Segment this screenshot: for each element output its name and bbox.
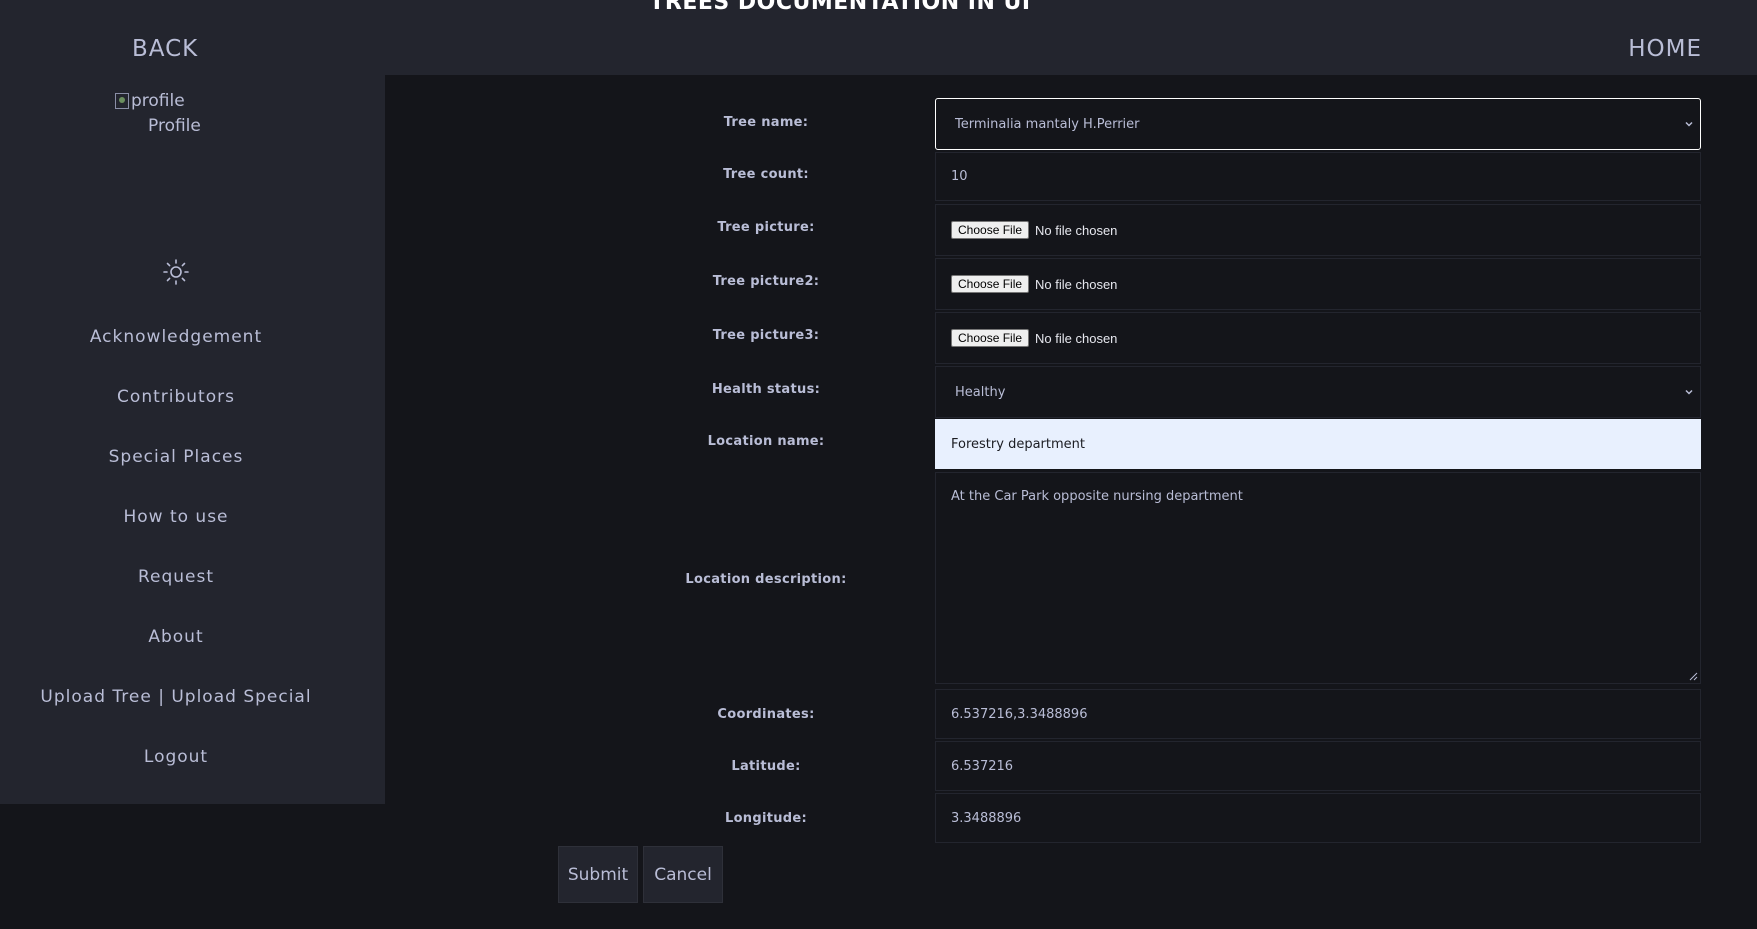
longitude-input[interactable]: 3.3488896 <box>935 793 1701 843</box>
sidebar-item-acknowledgement[interactable]: Acknowledgement <box>0 327 352 347</box>
longitude-label: Longitude: <box>724 811 808 826</box>
tree-picture3-label: Tree picture3: <box>712 328 820 343</box>
sidebar-item-request[interactable]: Request <box>0 567 352 587</box>
sidebar-item-contributors[interactable]: Contributors <box>0 387 352 407</box>
health-status-value: Healthy <box>955 384 1006 400</box>
tree-count-label: Tree count: <box>723 167 809 182</box>
tree-picture-choose-button[interactable]: Choose File <box>951 221 1030 239</box>
tree-picture2-status: No file chosen <box>1035 276 1118 292</box>
cancel-button[interactable]: Cancel <box>643 846 723 903</box>
sidebar-item-about[interactable]: About <box>0 627 352 647</box>
tree-picture2-label: Tree picture2: <box>712 274 820 289</box>
longitude-value: 3.3488896 <box>951 810 1022 826</box>
tree-count-value: 10 <box>951 169 968 184</box>
resize-grip-icon[interactable] <box>1689 672 1698 681</box>
back-link[interactable]: BACK <box>132 36 198 62</box>
broken-image-icon <box>115 93 129 109</box>
latitude-label: Latitude: <box>731 759 801 774</box>
coordinates-label: Coordinates: <box>717 707 815 722</box>
page-title: TREES DOCUMENTATION IN UI <box>649 0 1031 15</box>
tree-picture3-choose-button[interactable]: Choose File <box>951 329 1030 347</box>
location-description-textarea[interactable]: At the Car Park opposite nursing departm… <box>935 472 1701 684</box>
location-name-input[interactable]: Forestry department <box>935 419 1701 469</box>
tree-upload-form: Tree name: Terminalia mantaly H.Perrier … <box>385 75 1757 929</box>
sidebar: profile Profile Acknowledgement Contribu… <box>0 75 385 804</box>
coordinates-value: 6.537216,3.3488896 <box>951 706 1088 722</box>
coordinates-input[interactable]: 6.537216,3.3488896 <box>935 689 1701 739</box>
sidebar-item-upload[interactable]: Upload Tree | Upload Special <box>0 687 352 707</box>
tree-picture2-choose-button[interactable]: Choose File <box>951 275 1030 293</box>
location-description-value: At the Car Park opposite nursing departm… <box>951 489 1243 504</box>
home-link[interactable]: HOME <box>1628 36 1702 62</box>
sidebar-item-special-places[interactable]: Special Places <box>0 447 352 467</box>
health-status-label: Health status: <box>711 382 821 397</box>
tree-picture-label: Tree picture: <box>717 220 815 235</box>
submit-button[interactable]: Submit <box>558 846 638 903</box>
tree-picture3-input: Choose File No file chosen <box>935 312 1701 364</box>
sidebar-item-logout[interactable]: Logout <box>0 747 352 767</box>
profile-label[interactable]: Profile <box>148 116 201 136</box>
latitude-value: 6.537216 <box>951 758 1014 774</box>
sun-icon[interactable] <box>162 258 190 286</box>
tree-count-input[interactable]: 10 <box>935 152 1701 201</box>
tree-picture-status: No file chosen <box>1035 222 1118 238</box>
sidebar-item-how-to-use[interactable]: How to use <box>0 507 352 527</box>
profile-image-alt: profile <box>131 91 185 111</box>
location-name-label: Location name: <box>707 434 825 449</box>
chevron-down-icon <box>1685 121 1693 127</box>
health-status-select[interactable]: Healthy <box>935 366 1701 418</box>
tree-picture3-status: No file chosen <box>1035 330 1118 346</box>
tree-name-value: Terminalia mantaly H.Perrier <box>955 116 1140 132</box>
tree-picture2-input: Choose File No file chosen <box>935 258 1701 310</box>
tree-name-select[interactable]: Terminalia mantaly H.Perrier <box>935 98 1701 150</box>
location-name-value: Forestry department <box>951 436 1085 452</box>
location-description-label: Location description: <box>685 572 847 587</box>
top-bar: TREES DOCUMENTATION IN UI BACK HOME <box>0 0 1757 75</box>
chevron-down-icon <box>1685 389 1693 395</box>
tree-name-label: Tree name: <box>723 115 809 130</box>
profile-image[interactable]: profile <box>115 91 185 111</box>
tree-picture-input: Choose File No file chosen <box>935 204 1701 256</box>
latitude-input[interactable]: 6.537216 <box>935 741 1701 791</box>
